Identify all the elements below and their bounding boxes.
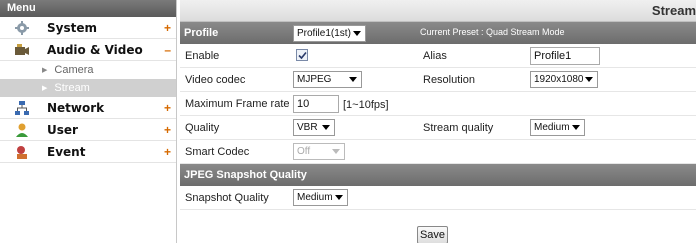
camera-icon <box>14 42 30 58</box>
expand-icon[interactable]: + <box>164 145 171 159</box>
sidebar-subitem-camera[interactable]: ▶ Camera <box>0 61 176 79</box>
quality-label: Quality <box>185 121 220 134</box>
sidebar-item-system[interactable]: System + <box>0 17 176 39</box>
collapse-icon[interactable]: – <box>164 43 171 57</box>
chevron-down-icon <box>322 125 330 130</box>
smart-codec-select-value: Off <box>297 146 311 157</box>
stream-quality-label: Stream quality <box>423 121 494 134</box>
sidebar-item-label: Event <box>47 144 86 159</box>
main-panel: Stream Profile Profile1(1st) Current Pre… <box>180 0 696 243</box>
video-codec-select[interactable]: MJPEG <box>293 71 362 88</box>
profile-select[interactable]: Profile1(1st) <box>293 25 366 42</box>
snapshot-quality-label: Snapshot Quality <box>185 191 269 204</box>
max-frame-rate-row: Maximum Frame rate 10 [1~10fps] <box>180 92 696 116</box>
sidebar: Menu System + Audio & Video – ▶ Camera ▶… <box>0 0 177 243</box>
sidebar-item-label: System <box>47 20 97 35</box>
chevron-down-icon <box>349 77 357 82</box>
sidebar-item-label: Network <box>47 100 105 115</box>
chevron-down-icon <box>353 31 361 36</box>
chevron-down-icon <box>585 77 593 82</box>
video-codec-row: Video codec MJPEG Resolution 1920x1080 <box>180 68 696 92</box>
smart-codec-row: Smart Codec Off <box>180 140 696 164</box>
profile-select-value: Profile1(1st) <box>297 28 351 39</box>
current-preset-text: Current Preset : Quad Stream Mode <box>420 27 565 37</box>
quality-select-value: VBR <box>297 122 318 133</box>
sidebar-item-audio-video[interactable]: Audio & Video – <box>0 39 176 61</box>
profile-header-row: Profile Profile1(1st) Current Preset : Q… <box>180 22 696 44</box>
sidebar-subitem-stream[interactable]: ▶ Stream <box>0 79 176 97</box>
stream-quality-select[interactable]: Medium <box>530 119 585 136</box>
alias-input[interactable]: Profile1 <box>530 47 600 65</box>
snapshot-quality-select[interactable]: Medium <box>293 189 348 206</box>
page-title: Stream <box>180 0 696 22</box>
sidebar-item-label: User <box>47 122 78 137</box>
jpeg-snapshot-header: JPEG Snapshot Quality <box>180 164 696 186</box>
enable-checkbox[interactable] <box>296 49 308 61</box>
sidebar-header: Menu <box>0 0 176 17</box>
save-button[interactable]: Save <box>417 226 448 243</box>
event-icon <box>14 144 30 160</box>
sidebar-subitem-label: Camera <box>54 64 94 76</box>
jpeg-snapshot-title: JPEG Snapshot Quality <box>184 169 307 181</box>
sidebar-item-label: Audio & Video <box>47 42 143 57</box>
expand-icon[interactable]: + <box>164 21 171 35</box>
user-icon <box>14 122 30 138</box>
quality-select[interactable]: VBR <box>293 119 335 136</box>
expand-icon[interactable]: + <box>164 123 171 137</box>
triangle-right-icon: ▶ <box>42 67 48 74</box>
stream-quality-select-value: Medium <box>534 122 570 133</box>
sidebar-subitem-label: Stream <box>54 82 90 94</box>
profile-label: Profile <box>184 27 219 39</box>
max-frame-rate-hint: [1~10fps] <box>343 99 389 111</box>
resolution-select-value: 1920x1080 <box>534 74 584 85</box>
chevron-down-icon <box>335 195 343 200</box>
enable-row: Enable Alias Profile1 <box>180 44 696 68</box>
smart-codec-label: Smart Codec <box>185 145 250 158</box>
video-codec-label: Video codec <box>185 73 246 86</box>
gear-icon <box>14 20 30 36</box>
resolution-select[interactable]: 1920x1080 <box>530 71 598 88</box>
network-icon <box>14 100 30 116</box>
expand-icon[interactable]: + <box>164 101 171 115</box>
chevron-down-icon <box>332 149 340 154</box>
snapshot-quality-select-value: Medium <box>297 192 333 203</box>
chevron-down-icon <box>572 125 580 130</box>
resolution-label: Resolution <box>423 73 475 86</box>
max-frame-rate-label: Maximum Frame rate <box>185 97 290 110</box>
sidebar-item-user[interactable]: User + <box>0 119 176 141</box>
enable-label: Enable <box>185 49 220 62</box>
checkmark-icon <box>298 51 307 60</box>
snapshot-quality-row: Snapshot Quality Medium <box>180 186 696 210</box>
sidebar-item-event[interactable]: Event + <box>0 141 176 163</box>
quality-row: Quality VBR Stream quality Medium <box>180 116 696 140</box>
alias-label: Alias <box>423 49 447 62</box>
smart-codec-select: Off <box>293 143 345 160</box>
triangle-right-icon: ▶ <box>42 85 48 92</box>
sidebar-item-network[interactable]: Network + <box>0 97 176 119</box>
video-codec-select-value: MJPEG <box>297 74 332 85</box>
max-frame-rate-input[interactable]: 10 <box>293 95 339 113</box>
